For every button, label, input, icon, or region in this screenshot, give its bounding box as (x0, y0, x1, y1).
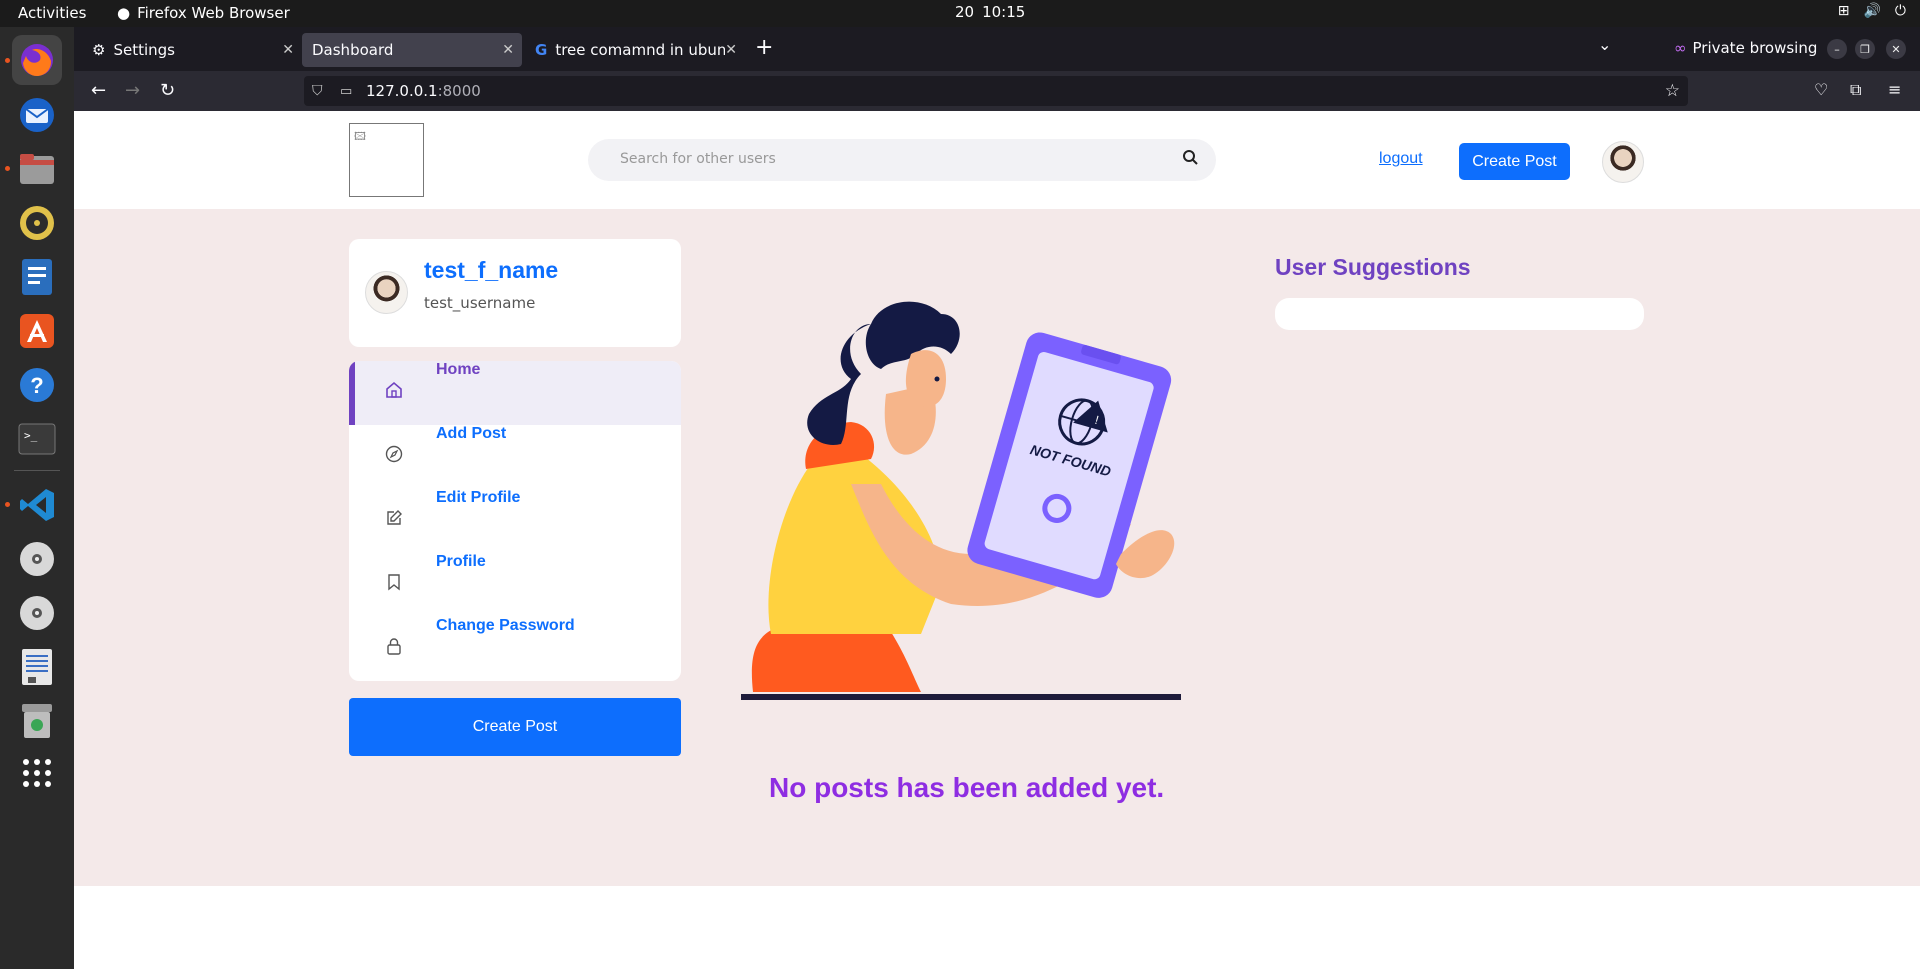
forward-button[interactable]: → (125, 80, 140, 101)
avatar[interactable] (365, 271, 408, 314)
show-apps-icon[interactable] (12, 748, 62, 798)
search-input[interactable]: Search for other users (588, 139, 1216, 181)
extensions-icon[interactable]: ⧉ (1850, 80, 1861, 100)
compass-icon (385, 445, 403, 468)
tab-label: Dashboard (312, 41, 394, 59)
bookmark-star-icon[interactable]: ☆ (1665, 81, 1680, 101)
private-browsing-indicator: ∞ Private browsing (1674, 39, 1817, 57)
side-menu: Home Add Post Edit Profile Profile Chang… (349, 361, 681, 681)
close-tab-icon[interactable]: ✕ (725, 42, 737, 58)
google-icon: G (535, 41, 548, 59)
clock[interactable]: 20 10:15 (955, 3, 1025, 21)
menu-item-label: Edit Profile (436, 489, 521, 506)
firefox-dock-icon[interactable] (12, 35, 62, 85)
search-icon[interactable] (1182, 149, 1198, 170)
menu-item-label: Profile (436, 553, 486, 570)
firefox-icon: ● (117, 4, 131, 22)
web-page: 🖾 Search for other users logout Create P… (74, 111, 1920, 969)
terminal-dock-icon[interactable]: >_ (12, 414, 62, 464)
vscode-dock-icon[interactable] (12, 480, 62, 530)
private-mask-icon: ∞ (1674, 39, 1687, 57)
gear-icon: ⚙ (92, 41, 106, 59)
app-center-dock-icon[interactable] (12, 306, 62, 356)
menu-item-label: Add Post (436, 425, 507, 442)
site-logo[interactable]: 🖾 (349, 123, 424, 197)
dock: ? >_ (0, 27, 74, 969)
power-icon: ⏻ (1894, 3, 1906, 19)
avatar[interactable] (1602, 141, 1644, 183)
pocket-icon[interactable]: ♡ (1814, 80, 1828, 99)
svg-text:>_: >_ (24, 429, 38, 442)
url-host: 127.0.0.1 (366, 82, 438, 100)
header-create-post-button[interactable]: Create Post (1459, 143, 1570, 180)
app-menu[interactable]: ● Firefox Web Browser (117, 4, 290, 22)
writer-dock-icon[interactable] (12, 252, 62, 302)
tab-dashboard[interactable]: Dashboard ✕ (302, 33, 522, 67)
tab-settings[interactable]: ⚙ Settings ✕ (82, 33, 302, 67)
main-content: test_f_name test_username Home Add Post (74, 209, 1920, 886)
back-button[interactable]: ← (91, 80, 106, 101)
files-dock-icon[interactable] (12, 144, 62, 194)
menu-item-profile[interactable]: Profile (349, 553, 681, 617)
rhythmbox-dock-icon[interactable] (12, 198, 62, 248)
menu-item-add-post[interactable]: Add Post (349, 425, 681, 489)
edit-icon (385, 509, 403, 532)
menu-item-home[interactable]: Home (349, 361, 681, 425)
sidebar-create-post-button[interactable]: Create Post (349, 698, 681, 756)
bookmark-icon (385, 573, 403, 596)
profile-card: test_f_name test_username (349, 239, 681, 347)
menu-item-label: Change Password (436, 617, 575, 634)
thunderbird-dock-icon[interactable] (12, 90, 62, 140)
system-top-bar: Activities ● Firefox Web Browser 20 10:1… (0, 0, 1920, 27)
profile-name[interactable]: test_f_name (424, 257, 558, 284)
tab-label: Settings (113, 41, 175, 59)
browser-tab-strip: ⚙ Settings ✕ Dashboard ✕ G tree comamnd … (74, 27, 1920, 71)
tab-label: tree comamnd in ubuntu (555, 41, 726, 59)
not-found-illustration: ! NOT FOUND (741, 301, 1181, 700)
network-icon: ⊞ (1837, 3, 1850, 19)
user-suggestions-title: User Suggestions (1275, 254, 1471, 280)
trash-dock-icon[interactable] (12, 696, 62, 746)
user-suggestions-list (1275, 298, 1644, 330)
clock-time: 10:15 (982, 3, 1026, 21)
clock-day: 20 (955, 3, 975, 21)
browser-nav-bar: ← → ↻ ⛉ ▭ 127.0.0.1:8000 ☆ ♡ ⧉ ≡ (74, 71, 1920, 111)
close-window-button[interactable]: ✕ (1886, 39, 1906, 59)
url-text: 127.0.0.1:8000 (366, 82, 481, 100)
url-port: :8000 (437, 82, 481, 100)
disc-dock-icon[interactable] (12, 534, 62, 584)
new-tab-button[interactable]: + (755, 35, 773, 60)
empty-state-message: No posts has been added yet. (769, 772, 1165, 803)
restore-button[interactable]: ❐ (1855, 39, 1875, 59)
search-placeholder: Search for other users (620, 151, 776, 167)
menu-item-label: Home (436, 361, 481, 378)
reload-button[interactable]: ↻ (160, 80, 175, 101)
volume-icon: 🔊 (1863, 3, 1881, 19)
site-header: 🖾 Search for other users logout Create P… (74, 111, 1920, 209)
close-tab-icon[interactable]: ✕ (502, 42, 514, 58)
text-editor-dock-icon[interactable] (12, 642, 62, 692)
disc-dock-icon[interactable] (12, 588, 62, 638)
system-tray[interactable]: ⊞ 🔊 ⏻ (1838, 3, 1906, 19)
private-browsing-label: Private browsing (1692, 39, 1818, 57)
home-icon (385, 381, 403, 404)
logout-link[interactable]: logout (1379, 150, 1423, 168)
broken-image-icon: 🖾 (354, 130, 366, 143)
activities-button[interactable]: Activities (18, 4, 86, 22)
svg-text:?: ? (30, 373, 43, 398)
url-bar[interactable]: ⛉ ▭ 127.0.0.1:8000 ☆ (304, 76, 1688, 106)
lock-icon (385, 637, 403, 660)
close-tab-icon[interactable]: ✕ (282, 42, 294, 58)
menu-item-edit-profile[interactable]: Edit Profile (349, 489, 681, 553)
menu-item-change-password[interactable]: Change Password (349, 617, 681, 681)
shield-icon[interactable]: ⛉ (312, 83, 323, 99)
page-info-icon[interactable]: ▭ (340, 84, 352, 99)
app-name: Firefox Web Browser (137, 4, 290, 22)
minimize-button[interactable]: – (1827, 39, 1847, 59)
menu-icon[interactable]: ≡ (1888, 80, 1901, 99)
list-all-tabs-button[interactable]: ⌄ (1598, 35, 1611, 54)
tab-google-search[interactable]: G tree comamnd in ubuntu ✕ (525, 33, 745, 67)
help-dock-icon[interactable]: ? (12, 360, 62, 410)
profile-username: test_username (424, 294, 536, 312)
